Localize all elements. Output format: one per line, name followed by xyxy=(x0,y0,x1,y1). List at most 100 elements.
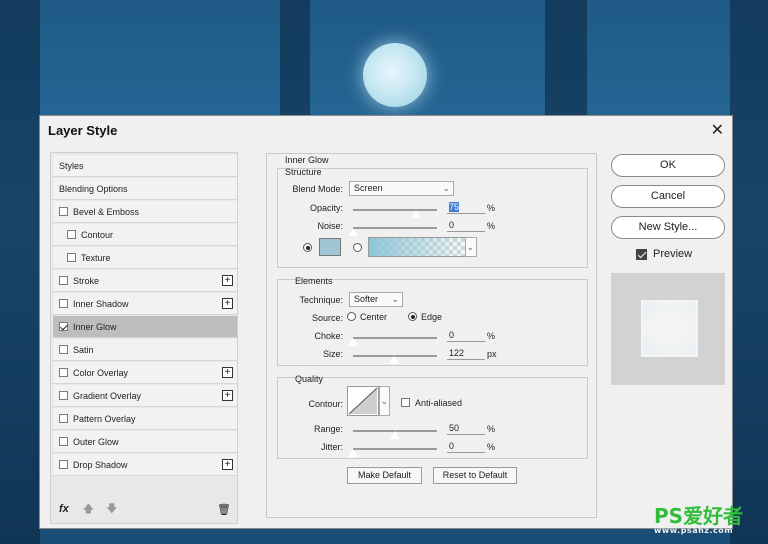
style-item-label: Texture xyxy=(81,252,111,263)
slider-thumb[interactable] xyxy=(410,209,422,219)
style-item[interactable]: Blending Options xyxy=(53,178,237,200)
noise-unit: % xyxy=(487,221,496,231)
opacity-slider[interactable] xyxy=(353,209,437,211)
style-item[interactable]: Contour xyxy=(53,224,237,246)
preview-label: Preview xyxy=(653,248,693,260)
watermark-logo: PS爱好者 www.psahz.com xyxy=(654,500,743,535)
layer-style-dialog: Layer Style ✕ Styles Blending Options Beve… xyxy=(39,115,733,529)
slider-thumb[interactable] xyxy=(388,355,401,365)
noise-input[interactable]: 0 xyxy=(447,219,485,232)
style-item[interactable]: Styles xyxy=(53,155,237,177)
style-checkbox[interactable] xyxy=(59,368,68,377)
make-default-button[interactable]: Make Default xyxy=(347,467,422,484)
gradient-dropdown[interactable]: ⌄ xyxy=(465,237,477,257)
style-item[interactable]: Satin xyxy=(53,339,237,361)
style-item-label: Gradient Overlay xyxy=(73,390,142,401)
preview-thumbnail xyxy=(611,273,725,385)
chevron-down-icon: ⌄ xyxy=(380,396,388,406)
style-item-label: Inner Glow xyxy=(73,321,117,332)
style-item[interactable]: Inner Glow xyxy=(53,316,237,338)
preview-checkbox[interactable] xyxy=(636,249,647,260)
style-item[interactable]: Texture xyxy=(53,247,237,269)
new-style-button[interactable]: New Style... xyxy=(611,216,725,239)
ok-button[interactable]: OK xyxy=(611,154,725,177)
style-checkbox[interactable] xyxy=(59,437,68,446)
slider-thumb[interactable] xyxy=(347,448,359,458)
tree-trunk xyxy=(545,0,587,115)
slider-thumb[interactable] xyxy=(347,337,359,347)
style-item[interactable]: Drop Shadow + xyxy=(53,454,237,476)
moon xyxy=(363,43,427,107)
style-item[interactable]: Bevel & Emboss xyxy=(53,201,237,223)
blend-mode-select[interactable]: Screen ⌄ xyxy=(349,181,454,196)
style-item-label: Bevel & Emboss xyxy=(73,206,140,217)
add-instance-icon[interactable]: + xyxy=(222,367,233,378)
jitter-input[interactable]: 0 xyxy=(447,440,485,453)
style-item[interactable]: Outer Glow xyxy=(53,431,237,453)
reset-to-default-button[interactable]: Reset to Default xyxy=(433,467,517,484)
style-checkbox[interactable] xyxy=(59,345,68,354)
jitter-slider[interactable] xyxy=(353,448,437,450)
style-item-label: Inner Shadow xyxy=(73,298,129,309)
style-checkbox[interactable] xyxy=(59,276,68,285)
choke-slider[interactable] xyxy=(353,337,437,339)
anti-aliased-label: Anti-aliased xyxy=(415,398,463,408)
contour-dropdown[interactable]: ⌄ xyxy=(379,386,390,416)
style-item[interactable]: Inner Shadow + xyxy=(53,293,237,315)
close-icon[interactable]: ✕ xyxy=(711,120,724,140)
glow-gradient-picker[interactable] xyxy=(368,237,476,257)
gradient-radio[interactable] xyxy=(353,243,362,252)
source-center-radio[interactable] xyxy=(347,312,356,321)
contour-label: Contour: xyxy=(308,399,343,409)
color-radio[interactable] xyxy=(303,243,312,252)
choke-input[interactable]: 0 xyxy=(447,329,485,342)
style-checkbox[interactable] xyxy=(59,391,68,400)
style-item-label: Contour xyxy=(81,229,114,240)
style-item[interactable]: Gradient Overlay + xyxy=(53,385,237,407)
tree-trunk xyxy=(730,0,768,544)
opacity-input[interactable]: 75 xyxy=(447,201,485,214)
technique-select[interactable]: Softer ⌄ xyxy=(349,292,403,307)
style-checkbox[interactable] xyxy=(67,230,76,239)
dialog-title: Layer Style xyxy=(48,123,118,138)
add-instance-icon[interactable]: + xyxy=(222,459,233,470)
style-checkbox[interactable] xyxy=(59,460,68,469)
size-label: Size: xyxy=(322,349,343,359)
range-label: Range: xyxy=(313,424,343,434)
jitter-unit: % xyxy=(487,442,496,452)
style-checkbox[interactable] xyxy=(59,414,68,423)
choke-label: Choke: xyxy=(314,331,343,341)
slider-thumb[interactable] xyxy=(389,430,401,440)
slider-thumb[interactable] xyxy=(347,227,359,237)
style-checkbox[interactable] xyxy=(67,253,76,262)
add-instance-icon[interactable]: + xyxy=(222,298,233,309)
move-down-icon[interactable]: 🡇 xyxy=(106,500,117,519)
cancel-button[interactable]: Cancel xyxy=(611,185,725,208)
style-checkbox[interactable] xyxy=(59,207,68,216)
watermark-text: PS爱好者 xyxy=(654,504,744,528)
tree-trunk xyxy=(0,0,40,544)
style-item[interactable]: Color Overlay + xyxy=(53,362,237,384)
source-label: Source: xyxy=(311,313,343,323)
source-edge-label: Edge xyxy=(421,312,443,322)
source-edge-radio[interactable] xyxy=(408,312,417,321)
anti-aliased-checkbox[interactable] xyxy=(401,398,410,407)
style-checkbox[interactable] xyxy=(59,322,68,331)
style-checkbox[interactable] xyxy=(59,299,68,308)
style-item[interactable]: Stroke + xyxy=(53,270,237,292)
add-instance-icon[interactable]: + xyxy=(222,390,233,401)
move-up-icon[interactable]: 🡅 xyxy=(83,500,94,519)
glow-color-swatch[interactable] xyxy=(319,238,341,256)
style-item[interactable]: Pattern Overlay xyxy=(53,408,237,430)
fx-icon[interactable]: fx xyxy=(59,503,69,515)
jitter-label: Jitter: xyxy=(320,442,343,452)
style-item-label: Color Overlay xyxy=(73,367,129,378)
noise-slider[interactable] xyxy=(353,227,437,229)
contour-picker[interactable] xyxy=(347,386,379,416)
tree-trunk xyxy=(280,0,310,115)
opacity-label: Opacity: xyxy=(309,203,343,213)
size-input[interactable]: 122 xyxy=(447,347,485,360)
delete-icon[interactable]: 🗑 xyxy=(217,503,231,516)
add-instance-icon[interactable]: + xyxy=(222,275,233,286)
range-input[interactable]: 50 xyxy=(447,422,485,435)
